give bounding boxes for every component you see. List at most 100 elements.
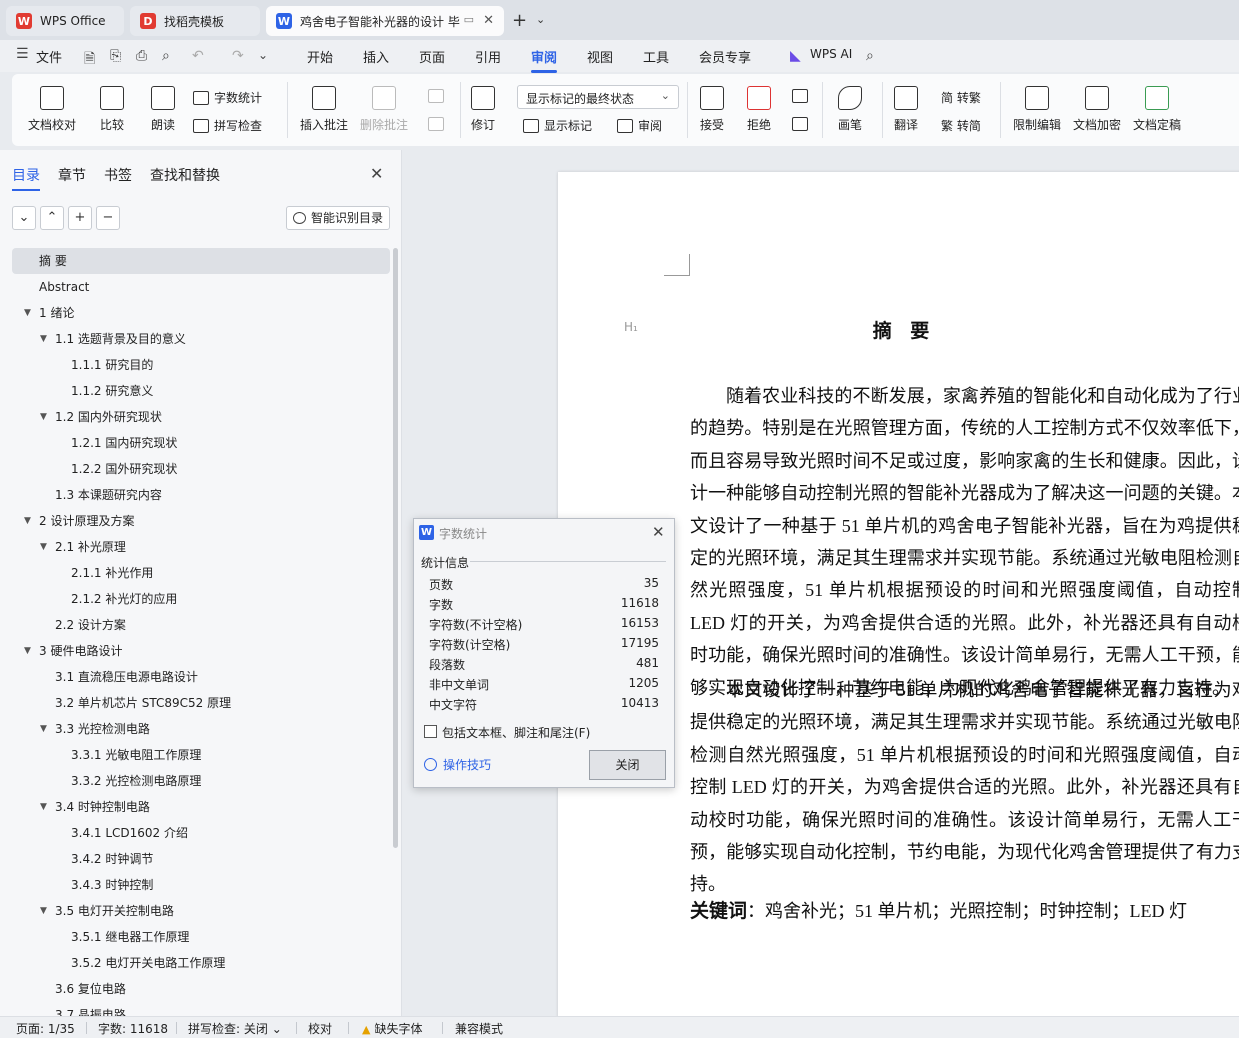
expand-triangle-icon[interactable]: ▼ — [40, 716, 47, 742]
toc-item[interactable]: ▼ 1 绪论 — [12, 300, 390, 326]
proof-indicator[interactable]: 校对 — [308, 1020, 332, 1037]
print-preview-icon[interactable]: ⌕ — [162, 48, 170, 64]
expand-triangle-icon[interactable]: ▼ — [40, 534, 47, 560]
read-aloud-button[interactable]: 朗读 — [151, 86, 175, 133]
delete-comment-button[interactable]: 删除批注 — [360, 86, 408, 133]
redo-icon[interactable]: ↷ — [232, 48, 244, 64]
word-count-indicator[interactable]: 字数: 11618 — [98, 1020, 168, 1037]
page-indicator[interactable]: 页面: 1/35 — [16, 1020, 75, 1037]
toc-item[interactable]: ▼ 3.5 电灯开关控制电路 — [12, 898, 390, 924]
toc-item[interactable]: 2.2 设计方案 — [12, 612, 390, 638]
smart-toc-button[interactable]: 智能识别目录 — [286, 206, 390, 230]
prev-revision-button[interactable] — [792, 89, 813, 103]
accept-button[interactable]: 接受 — [700, 86, 724, 133]
expand-triangle-icon[interactable]: ▼ — [40, 794, 47, 820]
toc-item[interactable]: 3.5.2 电灯开关电路工作原理 — [12, 950, 390, 976]
menu-references[interactable]: 引用 — [475, 47, 501, 66]
spell-check-button[interactable]: 拼写检查 — [193, 117, 262, 134]
menu-tools[interactable]: 工具 — [643, 47, 669, 66]
close-tab-icon[interactable]: ✕ — [483, 13, 494, 28]
revise-button[interactable]: 修订 — [471, 86, 495, 133]
markup-state-select[interactable]: 显示标记的最终状态 ⌄ — [517, 85, 679, 109]
print-icon[interactable]: ⎙ — [136, 48, 147, 64]
next-revision-button[interactable] — [792, 117, 813, 131]
remove-heading-button[interactable]: − — [96, 206, 120, 230]
toc-item[interactable]: 3.4.1 LCD1602 介绍 — [12, 820, 390, 846]
toc-item[interactable]: 3.1 直流稳压电源电路设计 — [12, 664, 390, 690]
compare-button[interactable]: 比较 — [100, 86, 124, 133]
menu-review[interactable]: 审阅 — [531, 47, 558, 73]
include-textbox-checkbox[interactable] — [424, 725, 437, 738]
chevron-down-icon[interactable]: ⌄ — [536, 13, 545, 26]
menu-icon[interactable]: ☰ — [16, 46, 29, 62]
expand-triangle-icon[interactable]: ▼ — [24, 638, 31, 664]
expand-triangle-icon[interactable]: ▼ — [40, 898, 47, 924]
close-icon[interactable]: ✕ — [652, 523, 665, 541]
expand-up-button[interactable]: ⌃ — [40, 206, 64, 230]
menu-wps-ai[interactable]: WPS AI — [810, 47, 852, 61]
new-tab-icon[interactable]: + — [512, 10, 527, 31]
menu-insert[interactable]: 插入 — [363, 47, 389, 66]
tips-link[interactable]: 操作技巧 — [424, 756, 491, 773]
toc-item[interactable]: 1.1.2 研究意义 — [12, 378, 390, 404]
export-icon[interactable]: ⎘ — [110, 48, 121, 64]
save-icon[interactable]: 🗎 — [84, 48, 95, 72]
menu-file[interactable]: 文件 — [36, 47, 62, 66]
nav-tab-find-replace[interactable]: 查找和替换 — [150, 165, 220, 185]
insert-comment-button[interactable]: 插入批注 — [300, 86, 348, 133]
toc-item[interactable]: 3.6 复位电路 — [12, 976, 390, 1002]
toc-item[interactable]: ▼ 2.1 补光原理 — [12, 534, 390, 560]
word-count-button[interactable]: 字数统计 — [193, 89, 262, 106]
toc-item[interactable]: 1.2.1 国内研究现状 — [12, 430, 390, 456]
doc-proof-button[interactable]: 文档校对 — [28, 86, 76, 133]
nav-tab-chapters[interactable]: 章节 — [58, 165, 86, 185]
toc-item[interactable]: 1.2.2 国外研究现状 — [12, 456, 390, 482]
nav-tab-bookmarks[interactable]: 书签 — [104, 165, 132, 185]
expand-triangle-icon[interactable]: ▼ — [40, 326, 47, 352]
toc-item[interactable]: 3.3.2 光控检测电路原理 — [12, 768, 390, 794]
close-panel-icon[interactable]: ✕ — [370, 164, 383, 183]
toc-item[interactable]: 3.7 晶振电路 — [12, 1002, 390, 1016]
collapse-all-button[interactable]: ⌄ — [12, 206, 36, 230]
tab-template[interactable]: D 找稻壳模板 — [130, 6, 260, 36]
toc-item[interactable]: 1.1.1 研究目的 — [12, 352, 390, 378]
toc-item[interactable]: ▼ 2 设计原理及方案 — [12, 508, 390, 534]
toc-item[interactable]: ▼ 3 硬件电路设计 — [12, 638, 390, 664]
toc-item[interactable]: Abstract — [12, 274, 390, 300]
toc-item[interactable]: 3.2 单片机芯片 STC89C52 原理 — [12, 690, 390, 716]
toc-item[interactable]: 摘 要 — [12, 248, 390, 274]
pen-button[interactable]: 画笔 — [838, 86, 862, 133]
review-pane-button[interactable]: 审阅 — [617, 117, 662, 134]
toc-item[interactable]: 2.1.1 补光作用 — [12, 560, 390, 586]
tab-wps-office[interactable]: W WPS Office — [6, 6, 124, 36]
expand-triangle-icon[interactable]: ▼ — [24, 300, 31, 326]
search-icon[interactable]: ⌕ — [866, 48, 874, 64]
menu-page[interactable]: 页面 — [419, 47, 445, 66]
toc-item[interactable]: 1.3 本课题研究内容 — [12, 482, 390, 508]
expand-triangle-icon[interactable]: ▼ — [24, 508, 31, 534]
toc-scrollbar[interactable] — [393, 248, 398, 848]
include-textbox-label[interactable]: 包括文本框、脚注和尾注(F) — [442, 724, 590, 741]
toc-item[interactable]: 3.3.1 光敏电阻工作原理 — [12, 742, 390, 768]
toc-item[interactable]: 2.1.2 补光灯的应用 — [12, 586, 390, 612]
dialog-titlebar[interactable]: W 字数统计 ✕ — [414, 519, 674, 547]
next-comment-button[interactable] — [428, 117, 449, 131]
translate-button[interactable]: 翻译 — [894, 86, 918, 133]
undo-icon[interactable]: ↶ — [192, 48, 204, 64]
toc-item[interactable]: 3.5.1 继电器工作原理 — [12, 924, 390, 950]
toc-item[interactable]: ▼ 3.3 光控检测电路 — [12, 716, 390, 742]
missing-font-indicator[interactable]: ▲ 缺失字体 — [362, 1020, 422, 1037]
finalize-button[interactable]: 文档定稿 — [1133, 86, 1181, 133]
toc-item[interactable]: 3.4.2 时钟调节 — [12, 846, 390, 872]
toc-item[interactable]: ▼ 1.1 选题背景及目的意义 — [12, 326, 390, 352]
menu-member[interactable]: 会员专享 — [699, 47, 751, 66]
menu-home[interactable]: 开始 — [307, 47, 333, 66]
to-traditional-button[interactable]: 简 转繁 — [941, 89, 981, 106]
toc-item[interactable]: ▼ 3.4 时钟控制电路 — [12, 794, 390, 820]
spell-check-indicator[interactable]: 拼写检查: 关闭 ⌄ — [188, 1020, 282, 1037]
monitor-icon[interactable]: ▭ — [464, 13, 474, 26]
customize-chevron-icon[interactable]: ⌄ — [258, 48, 268, 62]
toc-item[interactable]: 3.4.3 时钟控制 — [12, 872, 390, 898]
nav-tab-toc[interactable]: 目录 — [12, 165, 40, 191]
add-heading-button[interactable]: + — [68, 206, 92, 230]
